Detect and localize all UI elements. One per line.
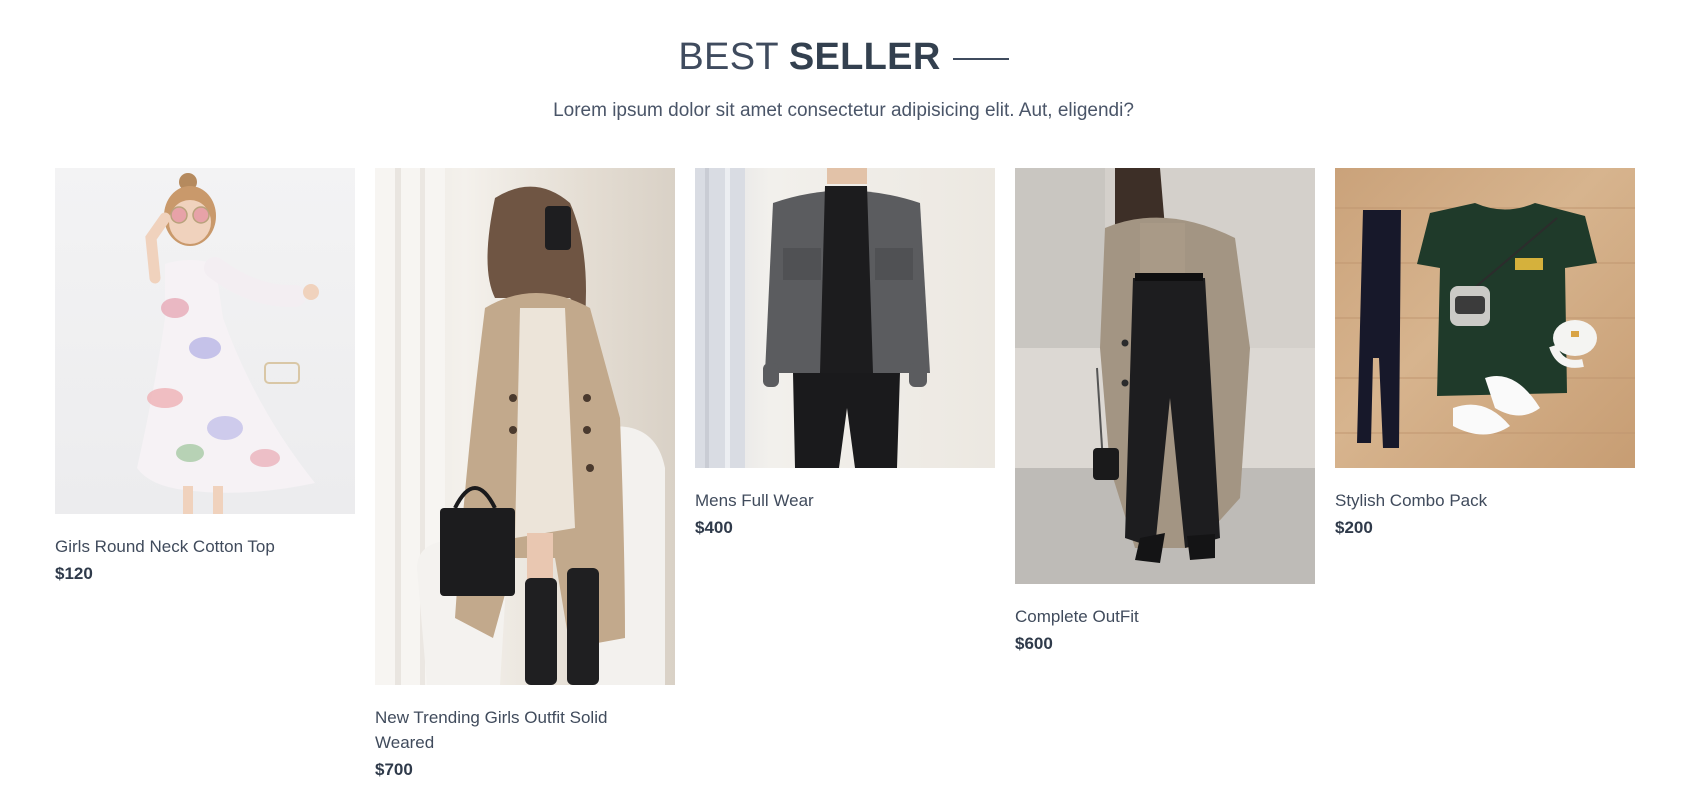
product-price: $600: [1015, 634, 1053, 653]
man-grey-jacket-photo-icon: [695, 168, 930, 468]
woman-long-coat-photo-icon: [1015, 168, 1315, 584]
product-card[interactable]: Complete OutFit $600: [1015, 168, 1315, 654]
section-title: BEST SELLER: [0, 36, 1687, 79]
product-image[interactable]: [55, 168, 355, 514]
product-image[interactable]: [695, 168, 995, 468]
product-name[interactable]: Mens Full Wear: [695, 488, 955, 513]
product-image[interactable]: [375, 168, 675, 685]
product-name[interactable]: Stylish Combo Pack: [1335, 488, 1595, 513]
title-divider: [952, 57, 1009, 60]
product-card[interactable]: Girls Round Neck Cotton Top $120: [55, 168, 355, 584]
product-name[interactable]: New Trending Girls Outfit Solid Weared: [375, 705, 635, 755]
product-name[interactable]: Complete OutFit: [1015, 604, 1275, 629]
product-card[interactable]: Stylish Combo Pack $200: [1335, 168, 1635, 538]
product-price: $700: [375, 760, 413, 779]
product-card[interactable]: Mens Full Wear $400: [695, 168, 995, 538]
section-title-light: BEST: [678, 36, 779, 78]
product-price: $200: [1335, 518, 1373, 537]
section-subtitle: Lorem ipsum dolor sit amet consectetur a…: [553, 100, 1134, 121]
flatlay-combo-photo-icon: [1335, 203, 1635, 448]
product-name[interactable]: Girls Round Neck Cotton Top: [55, 534, 315, 559]
section-title-bold: SELLER: [788, 36, 941, 78]
girl-floral-dress-photo-icon: [137, 173, 319, 514]
product-price: $400: [695, 518, 733, 537]
woman-trench-coat-photo-icon: [375, 168, 665, 685]
product-image[interactable]: [1335, 168, 1635, 468]
product-card[interactable]: New Trending Girls Outfit Solid Weared $…: [375, 168, 675, 780]
product-image[interactable]: [1015, 168, 1315, 584]
product-price: $120: [55, 564, 93, 583]
